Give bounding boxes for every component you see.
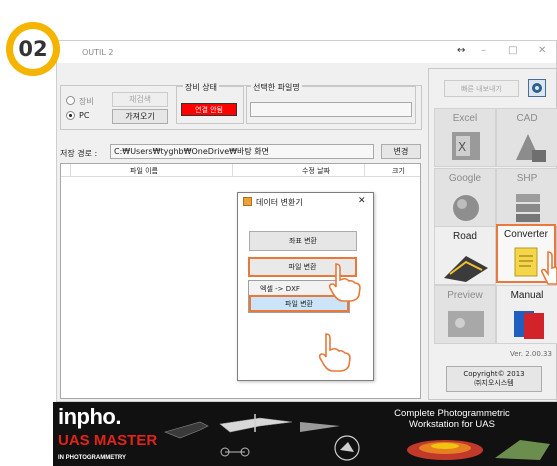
minimize-button[interactable]: – (481, 45, 486, 56)
google-tile-label: Google (448, 173, 482, 184)
maximize-button[interactable]: □ (508, 45, 517, 56)
step-badge-number: 02 (13, 29, 53, 69)
shp-tile[interactable]: SHP (496, 168, 557, 227)
in-photogrammetry-text: IN PHOTOGRAMMETRY (58, 455, 127, 461)
svg-text:X: X (458, 140, 466, 154)
status-label: 장비 상태 (183, 82, 219, 93)
column-header-size[interactable]: 크기 (392, 166, 405, 176)
radio-pc[interactable] (66, 111, 75, 120)
research-button[interactable]: 재검색 (112, 92, 168, 107)
dialog-title: 데이터 변환기 (256, 198, 303, 207)
dialog-app-icon (243, 197, 252, 206)
hand-pointer-icon (328, 263, 361, 302)
excel-icon: X (452, 132, 480, 160)
preview-tile-label: Preview (447, 290, 483, 301)
google-tile[interactable]: Google (434, 168, 496, 227)
file-table-header (61, 164, 420, 177)
save-path-label: 저장 경로 : (60, 149, 98, 158)
preview-map-icon (448, 311, 484, 337)
radio-pc-label: PC (79, 111, 90, 120)
import-button[interactable]: 가져오기 (112, 109, 168, 124)
road-tile-label: Road (453, 231, 477, 242)
excel-tile-label: Excel (452, 113, 478, 124)
status-value: 연결 안됨 (181, 103, 237, 116)
converter-tile-label: Converter (504, 229, 548, 240)
inpho-logo-text: inpho. (58, 404, 121, 429)
hand-pointer-icon (318, 333, 351, 372)
cad-tile-label: CAD (516, 113, 538, 124)
road-icon (444, 256, 488, 282)
manual-book-icon (514, 311, 544, 339)
column-divider (232, 164, 233, 176)
drone-illustrations (164, 414, 360, 461)
filename-label: 선택한 파일명 (251, 82, 302, 93)
settings-icon[interactable] (528, 79, 546, 97)
menu-item-excel-to-dxf[interactable]: 엑셀 -> DXF (260, 284, 300, 294)
copyright-line2: ㈜지오시스템 (474, 379, 514, 387)
shp-icon (516, 194, 540, 222)
quick-export-button[interactable]: 빠른 내보내기 (444, 80, 519, 97)
cad-icon (516, 134, 546, 162)
uas-master-text: UAS MASTER (58, 432, 158, 449)
version-text: Ver. 2.00.33 (510, 350, 552, 358)
terrain-illustration (407, 440, 550, 460)
cad-tile[interactable]: CAD (496, 108, 557, 167)
column-header-modified[interactable]: 수정 날짜 (302, 166, 330, 176)
radio-equipment-label: 장비 (79, 97, 94, 106)
column-divider (70, 164, 71, 176)
coordinate-convert-button[interactable]: 좌표 변환 (249, 231, 357, 251)
copyright-line1: Copyright© 2013 (463, 370, 525, 378)
save-path-field[interactable]: C:₩Users₩tyghb₩OneDrive₩바탕 화면 (110, 144, 374, 159)
road-tile[interactable]: Road (434, 226, 496, 285)
dialog-close-icon[interactable]: ✕ (358, 196, 366, 206)
manual-tile[interactable]: Manual (496, 285, 557, 344)
close-button[interactable]: ✕ (538, 45, 546, 56)
radio-equipment[interactable] (66, 96, 75, 105)
column-divider (364, 164, 365, 176)
banner-tagline: Complete Photogrammetric Workstation for… (377, 408, 527, 430)
resize-icon[interactable]: ↔ (457, 45, 465, 56)
filename-field[interactable] (250, 102, 412, 117)
excel-tile[interactable]: Excel X (434, 108, 496, 167)
tagline-line2: Workstation for UAS (409, 419, 495, 430)
preview-tile[interactable]: Preview (434, 285, 496, 344)
tagline-line1: Complete Photogrammetric (394, 408, 510, 419)
column-header-filename[interactable]: 파일 이름 (130, 166, 158, 176)
manual-tile-label: Manual (510, 290, 544, 301)
copyright-button[interactable]: Copyright© 2013 ㈜지오시스템 (446, 366, 542, 392)
change-path-button[interactable]: 변경 (381, 144, 421, 159)
google-earth-icon (453, 195, 479, 221)
shp-tile-label: SHP (516, 173, 538, 184)
window-title: OUTIL 2 (82, 48, 114, 57)
hand-pointer-icon (540, 251, 557, 285)
